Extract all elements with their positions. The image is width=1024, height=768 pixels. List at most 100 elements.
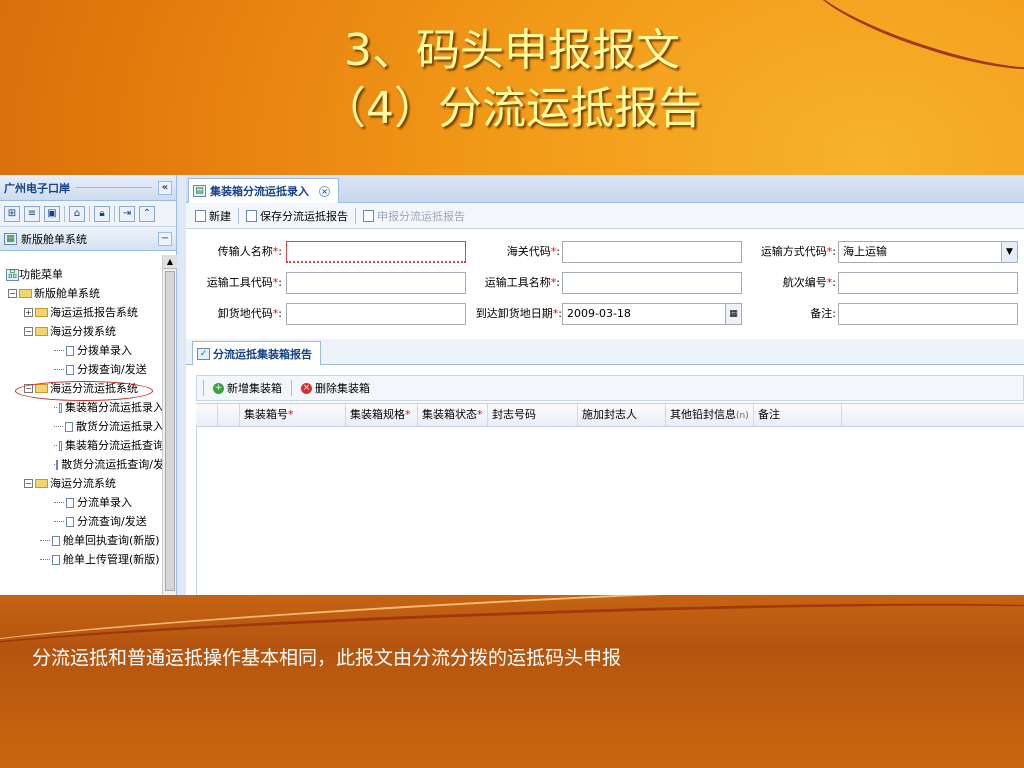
vessel-code-input[interactable]: [286, 272, 466, 294]
add-container-button[interactable]: + 新增集装箱: [210, 380, 285, 396]
window-icon[interactable]: ▣: [44, 205, 60, 222]
tree-node-leaf[interactable]: 分流查询/发送: [4, 512, 164, 531]
calendar-icon[interactable]: ▦: [725, 304, 741, 324]
customs-code-label: 海关代码*:: [476, 241, 560, 263]
label-text: 运输工具名称: [484, 276, 551, 289]
folder-icon: [35, 479, 48, 488]
document-icon: [58, 402, 62, 413]
tree-node-label: 分流单录入: [77, 496, 132, 509]
required-mark: *: [405, 408, 411, 421]
collapse-node-icon[interactable]: −: [8, 289, 17, 298]
expand-node-icon[interactable]: +: [24, 308, 33, 317]
grid-select-header[interactable]: [218, 404, 240, 426]
column-header-seal-no[interactable]: 封志号码: [488, 404, 578, 426]
label-text: 到达卸货地日期: [475, 307, 553, 320]
transport-mode-select[interactable]: 海上运输 ▼: [838, 241, 1018, 263]
grid-header: 集装箱号* 集装箱规格* 集装箱状态* 封志号码 施加封志人 其他铅封信息(n)…: [196, 403, 1024, 427]
arrival-date-input[interactable]: 2009-03-18 ▦: [562, 303, 742, 325]
voyage-no-input[interactable]: [838, 272, 1018, 294]
sidebar-panel-header[interactable]: ▦ 新版舱单系统 −: [0, 227, 176, 251]
collapse-up-icon[interactable]: ⌃: [139, 205, 155, 222]
tree-node-leaf[interactable]: 分拨单录入: [4, 341, 164, 360]
collapse-node-icon[interactable]: −: [24, 479, 33, 488]
column-header-other-seal[interactable]: 其他铅封信息(n): [666, 404, 754, 426]
sender-name-label: 传输人名称*:: [186, 241, 282, 263]
remark-input[interactable]: [838, 303, 1018, 325]
tree-node-leaf[interactable]: 舱单上传管理(新版): [4, 550, 164, 569]
column-label: 其他铅封信息: [670, 408, 736, 421]
tree-node-root[interactable]: 品功能菜单: [4, 265, 164, 284]
unload-code-input[interactable]: [286, 303, 466, 325]
column-label: 集装箱号: [244, 408, 288, 421]
column-header-container-status[interactable]: 集装箱状态*: [418, 404, 488, 426]
tab-container-arrival-entry[interactable]: ▤ 集装箱分流运抵录入 ×: [188, 178, 339, 203]
header-form: 传输人名称*: 海关代码*: 运输方式代码*: 海上运输 ▼ 运输工具代码*: 运…: [186, 229, 1024, 325]
tree-node-leaf[interactable]: 散货分流运抵录入: [4, 417, 164, 436]
tree-node-label: 分拨查询/发送: [77, 363, 147, 376]
tab-container-report[interactable]: ✓ 分流运抵集装箱报告: [192, 341, 321, 365]
declare-button[interactable]: 申报分流运抵报告: [360, 208, 468, 224]
save-button[interactable]: 保存分流运抵报告: [243, 208, 351, 224]
new-button[interactable]: 新建: [192, 208, 234, 224]
system-icon: ▦: [4, 232, 17, 245]
sidebar: 广州电子口岸 « ⊞ ≡ ▣ ⌂ 🔒︎ ⇥ ⌃ ▦ 新版舱单系统 − 品功能菜单…: [0, 175, 177, 595]
menu-tree: 品功能菜单 − 新版舱单系统 + 海运运抵报告系统 − 海运分拨系统 分拨单录入 分拨…: [0, 255, 164, 595]
tree-line: [54, 407, 57, 408]
close-tab-icon[interactable]: ×: [319, 185, 330, 197]
form-toolbar: 新建 保存分流运抵报告 申报分流运抵报告: [186, 203, 1024, 229]
tree-node-leaf[interactable]: 分拨查询/发送: [4, 360, 164, 379]
sidebar-toolbar: ⊞ ≡ ▣ ⌂ 🔒︎ ⇥ ⌃: [0, 201, 176, 227]
column-header-container-size[interactable]: 集装箱规格*: [346, 404, 418, 426]
tree-line: [54, 369, 64, 370]
tree-node-folder[interactable]: − 新版舱单系统: [4, 284, 164, 303]
scroll-thumb[interactable]: [165, 271, 175, 591]
exit-icon[interactable]: ⇥: [119, 205, 135, 222]
document-icon: [52, 554, 60, 565]
minimize-icon[interactable]: −: [158, 231, 172, 246]
column-header-sealer[interactable]: 施加封志人: [578, 404, 666, 426]
tree-node-label: 分流查询/发送: [77, 515, 147, 528]
subtab-label: 分流运抵集装箱报告: [213, 347, 312, 361]
label-colon: :: [556, 245, 560, 258]
check-icon: ✓: [197, 347, 210, 360]
collapse-node-icon[interactable]: −: [24, 327, 33, 336]
delete-container-button[interactable]: × 删除集装箱: [298, 380, 373, 396]
main-panel: ▤ 集装箱分流运抵录入 × 新建 保存分流运抵报告 申报分流运抵报告 传输人名称…: [186, 175, 1024, 595]
label-colon: :: [832, 276, 836, 289]
delete-container-label: 删除集装箱: [315, 382, 370, 395]
slide-caption: 分流运抵和普通运抵操作基本相同，此报文由分流分拨的运抵码头申报: [32, 647, 622, 669]
tab-label: 集装箱分流运抵录入: [210, 185, 309, 198]
chevron-down-icon[interactable]: ▼: [1001, 242, 1017, 262]
grid-filler-header: [842, 404, 1024, 426]
tree-node-leaf[interactable]: 分流单录入: [4, 493, 164, 512]
vessel-code-label: 运输工具代码*:: [186, 272, 282, 294]
tree-node-leaf[interactable]: 集装箱分流运抵查询: [4, 436, 164, 455]
list-icon[interactable]: ≡: [24, 205, 40, 222]
scroll-up-icon[interactable]: ▲: [163, 255, 177, 269]
vessel-name-input[interactable]: [562, 272, 742, 294]
expand-all-icon[interactable]: ⊞: [4, 205, 20, 222]
new-button-label: 新建: [209, 209, 231, 223]
tree-node-folder[interactable]: − 海运分拨系统: [4, 322, 164, 341]
required-mark: *: [477, 408, 483, 421]
new-document-icon: [195, 209, 206, 222]
folder-icon: [35, 327, 48, 336]
tree-node-label: 舱单上传管理(新版): [63, 553, 160, 566]
sidebar-scrollbar[interactable]: ▲: [162, 255, 177, 595]
divider: [114, 205, 115, 222]
lock-icon[interactable]: 🔒︎: [94, 205, 110, 222]
customs-code-input[interactable]: [562, 241, 742, 263]
tree-node-folder[interactable]: + 海运运抵报告系统: [4, 303, 164, 322]
sender-name-input[interactable]: [286, 241, 466, 263]
column-label: 备注: [758, 408, 780, 421]
label-text: 运输方式代码: [760, 245, 827, 258]
column-label: 集装箱规格: [350, 408, 405, 421]
tree-node-leaf[interactable]: 散货分流运抵查询/发: [4, 455, 164, 474]
grid-body[interactable]: [196, 427, 1024, 595]
column-header-remark[interactable]: 备注: [754, 404, 842, 426]
tree-node-folder[interactable]: − 海运分流系统: [4, 474, 164, 493]
collapse-sidebar-button[interactable]: «: [158, 180, 172, 195]
home-icon[interactable]: ⌂: [69, 205, 85, 222]
tree-node-leaf[interactable]: 舱单回执查询(新版): [4, 531, 164, 550]
column-header-container-no[interactable]: 集装箱号*: [240, 404, 346, 426]
